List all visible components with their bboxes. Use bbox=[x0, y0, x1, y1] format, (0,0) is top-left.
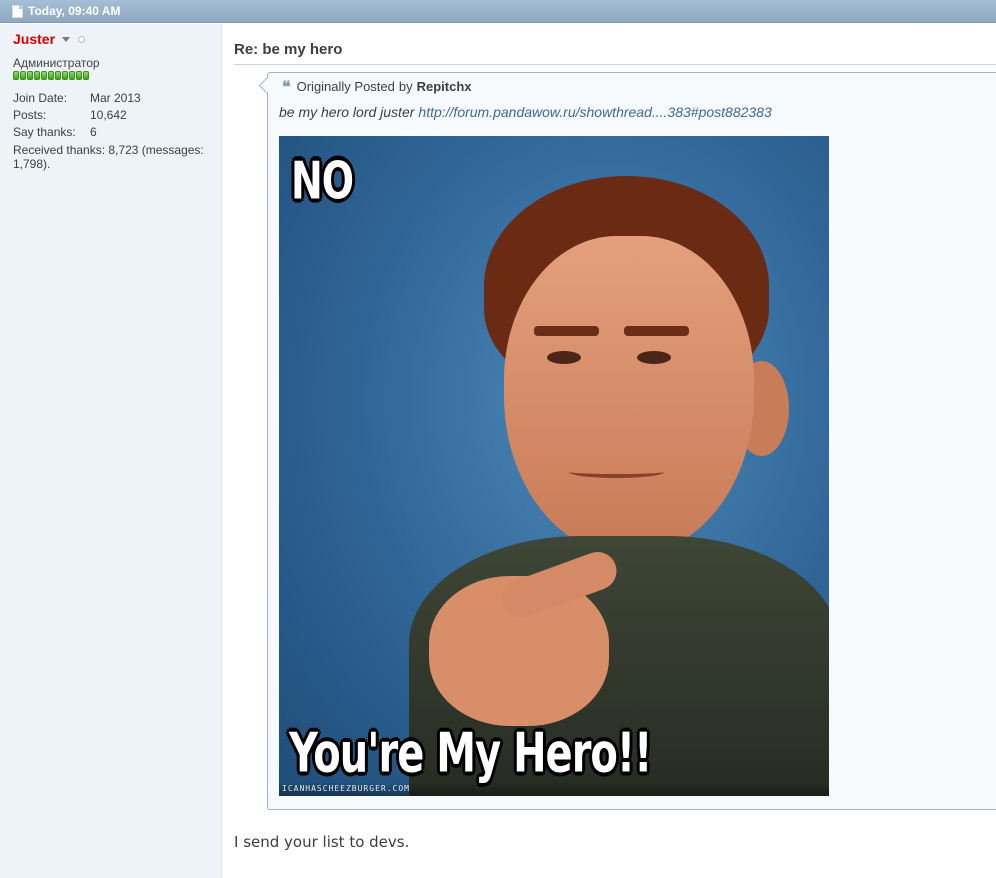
reputation-pip-icon bbox=[20, 71, 26, 80]
quote-text: be my hero lord juster http://forum.panda… bbox=[279, 104, 772, 120]
reputation-pip-icon bbox=[48, 71, 54, 80]
posts-value: 10,642 bbox=[90, 108, 127, 122]
meme-brow bbox=[534, 326, 599, 336]
meme-eye bbox=[637, 351, 671, 364]
quote-prefix: Originally Posted bbox=[296, 79, 395, 94]
posts-row: Posts: 10,642 bbox=[13, 108, 221, 125]
user-menu-chevron-down-icon[interactable] bbox=[62, 36, 71, 42]
post-message: I send your list to devs. bbox=[234, 833, 410, 851]
post-header: Today, 09:40 AM bbox=[0, 0, 996, 23]
username-link[interactable]: Juster bbox=[13, 31, 55, 47]
meme-watermark: ICANHASCHEEZBURGER.COM bbox=[279, 782, 829, 796]
post-date: Today, 09:40 AM bbox=[28, 4, 121, 18]
join-date-label: Join Date: bbox=[13, 91, 68, 105]
reputation-pip-icon bbox=[62, 71, 68, 80]
quote-link[interactable]: http://forum.pandawow.ru/showthread....3… bbox=[418, 104, 771, 120]
meme-image[interactable]: NO You're My Hero!! ICANHASCHEEZBURGER.C… bbox=[279, 136, 829, 796]
reputation-pip-icon bbox=[76, 71, 82, 80]
say-thanks-label: Say thanks: bbox=[13, 125, 76, 139]
reputation-pip-icon bbox=[55, 71, 61, 80]
quote-poster: Repitchx bbox=[416, 79, 472, 94]
posts-label: Posts: bbox=[13, 108, 47, 122]
quote-icon: ❝ bbox=[282, 76, 291, 96]
post-content: Re: be my hero ❝ Originally Posted by Re… bbox=[223, 24, 996, 878]
reputation-pip-icon bbox=[13, 71, 19, 80]
reputation-pip-icon bbox=[34, 71, 40, 80]
reputation-pip-icon bbox=[41, 71, 47, 80]
meme-top-text: NO bbox=[291, 151, 354, 211]
meme-brow bbox=[624, 326, 689, 336]
join-date-row: Join Date: Mar 2013 bbox=[13, 91, 221, 108]
reputation-pip-icon bbox=[27, 71, 33, 80]
quote-notch bbox=[258, 77, 275, 94]
quote-by: by bbox=[398, 79, 413, 94]
say-thanks-row: Say thanks: 6 bbox=[13, 125, 221, 142]
title-divider bbox=[234, 64, 996, 65]
meme-eye bbox=[547, 351, 581, 364]
offline-status-icon bbox=[78, 35, 86, 43]
quote-body: be my hero lord juster bbox=[279, 104, 415, 120]
reputation-pip-icon bbox=[83, 71, 89, 80]
post-title: Re: be my hero bbox=[234, 41, 343, 58]
reputation-pip-icon bbox=[69, 71, 75, 80]
meme-bottom-text: You're My Hero!! bbox=[289, 723, 652, 786]
say-thanks-value: 6 bbox=[90, 125, 97, 139]
document-icon bbox=[12, 4, 23, 18]
user-title: Администратор bbox=[13, 56, 100, 70]
user-stats: Join Date: Mar 2013 Posts: 10,642 Say th… bbox=[13, 91, 221, 171]
received-thanks: Received thanks: 8,723 (messages: 1,798)… bbox=[13, 143, 204, 171]
quote-header: ❝ Originally Posted by Repitchx bbox=[282, 76, 472, 96]
user-info-panel: Juster Администратор Join Date: Mar 2013… bbox=[0, 24, 222, 878]
join-date-value: Mar 2013 bbox=[90, 91, 141, 105]
quote-block: ❝ Originally Posted by Repitchx be my he… bbox=[258, 72, 996, 810]
meme-face bbox=[504, 236, 754, 556]
reputation-bar bbox=[13, 71, 221, 80]
meme-mouth bbox=[569, 466, 664, 478]
